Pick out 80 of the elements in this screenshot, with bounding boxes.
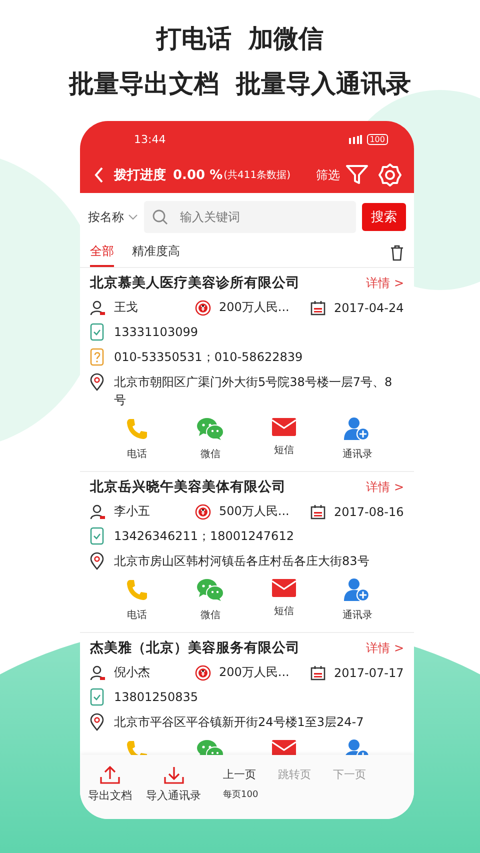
action-label: 通讯录 [342,448,372,461]
chevron-down-icon[interactable] [128,214,138,220]
envelope-icon[interactable] [272,417,296,437]
next-page-link[interactable]: 下一页 [333,767,366,782]
question-icon [90,348,104,366]
phone-number: 010-53350531；010-58622839 [114,349,303,366]
back-icon[interactable] [94,167,104,183]
action-label: 微信 [200,609,220,622]
headline: 打电话 加微信 [156,23,324,55]
phone-number: 13801250835 [114,689,198,706]
contact-name: 李小五 [114,503,150,520]
filter-tab[interactable]: 全部 [90,239,114,267]
yuan-icon [195,300,211,316]
filter-tab[interactable]: 精准度高 [132,239,180,267]
calendar-icon [310,664,326,680]
phone-icon [90,323,104,341]
record-count: (共411条数据) [224,168,291,182]
filter-icon[interactable] [346,165,368,185]
chat-icon[interactable] [196,578,224,602]
search-field[interactable]: 输入关键词 [144,201,356,233]
add-contact-icon[interactable] [344,417,370,441]
battery-icon: 100 [366,134,388,144]
download-icon [164,766,184,784]
action-label: 短信 [274,605,294,618]
action-label: 微信 [200,448,220,461]
founding-date: 2017-04-24 [334,300,404,314]
toolbar-button[interactable]: 导出文档 [88,766,132,802]
action-label: 通讯录 [342,608,372,622]
company-name: 北京慕美人医疗美容诊所有限公司 [90,274,300,292]
toolbar-button[interactable]: 导入通讯录 [146,766,201,802]
chat-icon[interactable] [196,417,224,441]
headline: 批量导出文档 批量导入通讯录 [68,68,412,100]
action-label: 短信 [274,444,294,457]
person-icon [90,300,106,316]
jump-page-link[interactable]: 跳转页 [278,767,311,782]
registered-capital: 500万人民... [219,503,290,520]
registered-capital: 200万人民... [219,299,290,316]
person-icon [90,504,106,520]
details-link[interactable]: 详情 > [366,274,404,292]
yuan-icon [195,504,211,520]
founding-date: 2017-08-16 [334,504,404,518]
location-icon [90,713,104,731]
company-name: 北京岳兴晓午美容美体有限公司 [90,478,286,496]
person-icon [90,664,106,680]
envelope-icon[interactable] [272,739,296,755]
page-title: 拨打进度 [114,166,166,184]
signal-icon [348,134,363,144]
page-info: 每页100 [223,788,258,801]
contact-name: 倪小杰 [114,664,150,681]
company-name: 杰美雅（北京）美容服务有限公司 [90,639,300,657]
status-time: 13:44 [134,132,166,146]
search-button[interactable]: 搜索 [362,203,406,231]
founding-date: 2017-07-17 [334,666,404,680]
action-label: 电话 [126,608,147,622]
envelope-icon[interactable] [272,578,296,598]
action-label: 电话 [126,448,147,461]
address: 北京市房山区韩村河镇岳各庄村岳各庄大街83号 [114,553,370,570]
upload-icon [100,766,120,784]
phone-icon [90,527,104,545]
location-icon [90,552,104,570]
contact-name: 王戈 [114,299,138,316]
address: 北京市朝阳区广渠门外大街5号院38号楼一层7号、8号 [114,374,394,409]
trash-icon[interactable] [390,245,404,261]
calendar-icon [310,504,326,520]
progress-value: 0.00 % [173,168,223,182]
phone-number: 13331103099 [114,324,198,341]
phone-icon [90,688,104,706]
details-link[interactable]: 详情 > [366,478,404,496]
details-link[interactable]: 详情 > [366,640,404,656]
add-contact-icon[interactable] [344,578,370,602]
filter-link[interactable]: 筛选 [316,166,340,184]
calendar-icon [310,300,326,316]
prev-page-link[interactable]: 上一页 [223,767,256,782]
location-icon [90,373,104,391]
phone-number: 13426346211；18001247612 [114,528,294,545]
sort-dropdown[interactable]: 按名称 [88,208,124,226]
registered-capital: 200万人民... [219,664,290,681]
address: 北京市平谷区平谷镇新开街24号楼1至3层24-7 [114,714,364,731]
settings-icon[interactable] [378,163,402,187]
yuan-icon [195,664,211,680]
